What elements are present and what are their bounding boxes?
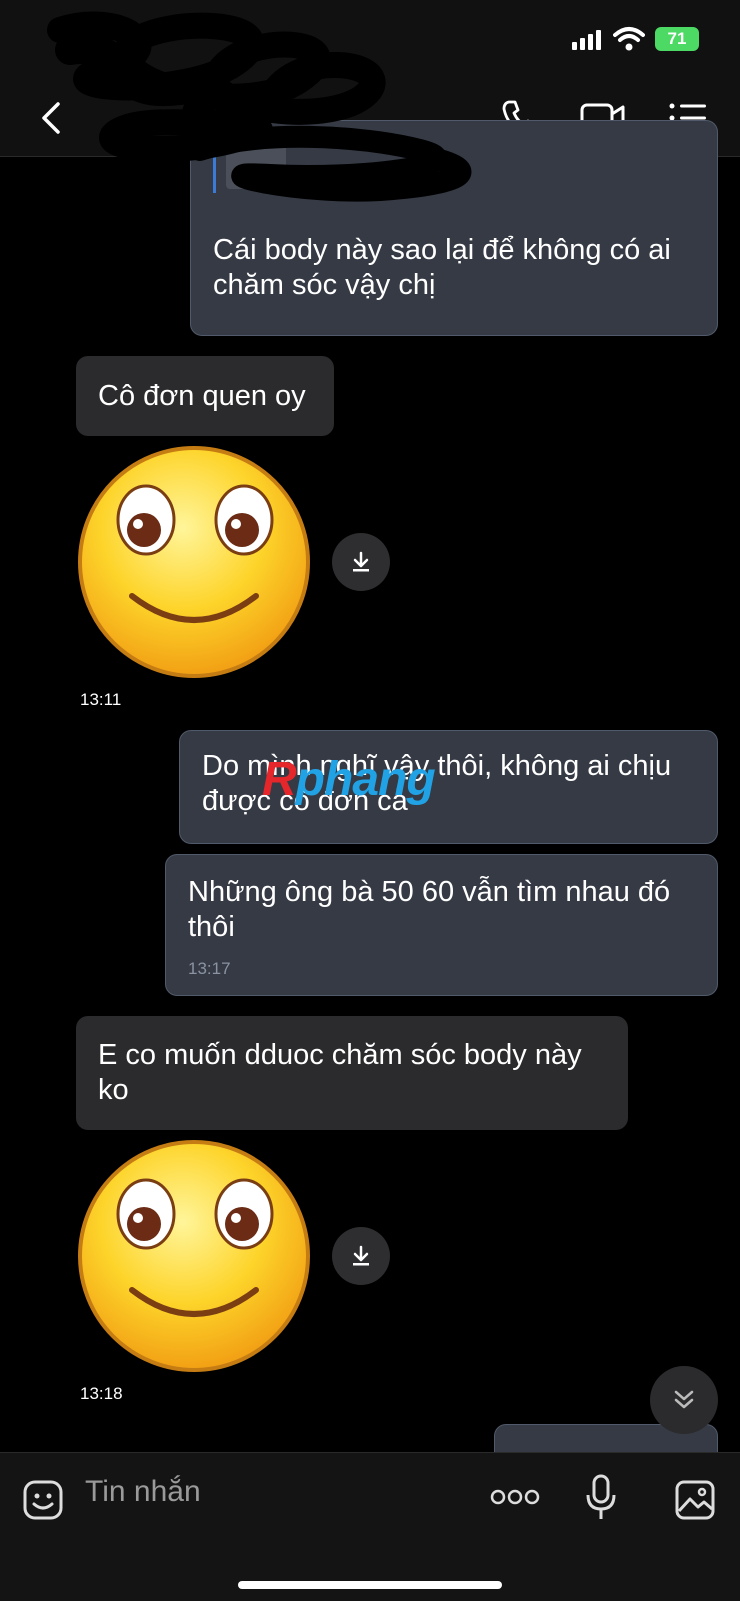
message-line: chăm sóc vậy chị bbox=[213, 269, 436, 301]
received-message-bubble[interactable]: E co muốn dduoc chăm sóc body này ko bbox=[76, 1016, 628, 1130]
watermark-text: phang bbox=[295, 753, 436, 806]
watermark-r: R bbox=[262, 753, 297, 806]
smiley-sticker[interactable] bbox=[76, 444, 312, 680]
download-button[interactable] bbox=[332, 1227, 390, 1285]
sent-message-bubble[interactable]: Do mình nghĩ vậy thôi, không ai chịu đượ… bbox=[179, 730, 718, 844]
message-time: 13:18 bbox=[80, 1384, 123, 1403]
message-input[interactable]: Tin nhắn bbox=[85, 1475, 201, 1509]
message-text: Cái body này sao lại để không có ai chăm… bbox=[213, 233, 671, 303]
mic-icon[interactable] bbox=[585, 1473, 617, 1523]
sent-message-bubble[interactable]: Những ông bà 50 60 vẫn tìm nhau đó thôi … bbox=[165, 854, 718, 996]
message-time: 13:11 bbox=[80, 690, 122, 709]
message-text: Cô đơn quen oy bbox=[98, 379, 306, 412]
message-line: ko bbox=[98, 1074, 129, 1106]
smiley-sticker[interactable] bbox=[76, 1138, 312, 1374]
download-icon bbox=[353, 1245, 369, 1266]
sticker-icon[interactable] bbox=[22, 1479, 64, 1521]
scroll-to-bottom-button[interactable] bbox=[650, 1366, 718, 1434]
image-icon[interactable] bbox=[674, 1479, 716, 1521]
watermark: Rphang bbox=[262, 752, 436, 807]
signal-icon bbox=[572, 30, 602, 50]
more-icon[interactable] bbox=[490, 1487, 540, 1507]
message-line: Những ông bà 50 60 vẫn tìm nhau đó bbox=[188, 876, 671, 908]
message-line: E co muốn dduoc chăm sóc body này bbox=[98, 1039, 582, 1071]
battery-indicator: 71 bbox=[655, 27, 699, 51]
chevron-double-down-icon bbox=[674, 1390, 694, 1409]
download-icon bbox=[353, 551, 369, 572]
redaction-scribble bbox=[47, 11, 472, 202]
message-line: thôi bbox=[188, 911, 235, 943]
wifi-icon bbox=[613, 27, 645, 51]
message-input-bar: Tin nhắn bbox=[0, 1452, 740, 1601]
download-button[interactable] bbox=[332, 533, 390, 591]
battery-level: 71 bbox=[667, 29, 687, 48]
home-indicator bbox=[238, 1581, 502, 1589]
received-message-bubble[interactable]: Cô đơn quen oy bbox=[76, 356, 334, 436]
message-time: 13:17 bbox=[188, 959, 231, 978]
message-line: Cái body này sao lại để không có ai bbox=[213, 234, 671, 266]
